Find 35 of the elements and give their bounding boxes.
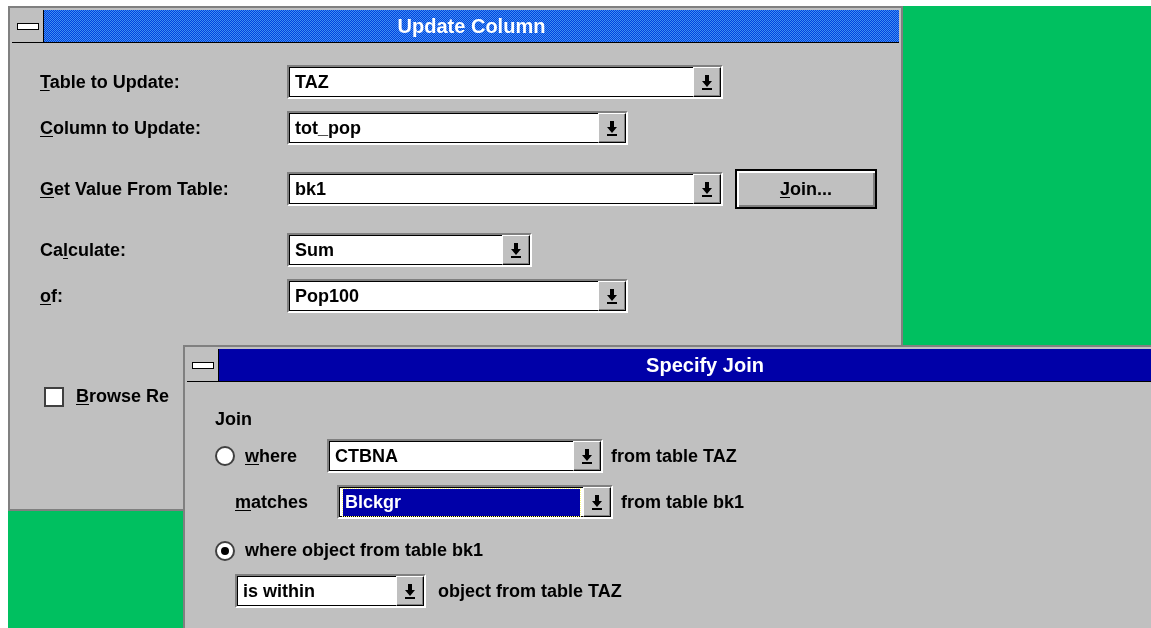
- window-title: Specify Join: [646, 353, 764, 378]
- group-label: Join: [215, 408, 253, 431]
- checkbox[interactable]: [44, 386, 64, 407]
- radio-button[interactable]: [215, 446, 235, 466]
- field-label: of:: [40, 284, 64, 308]
- field-label: Table to Update:: [40, 70, 181, 94]
- dropdown-field[interactable]: TAZ: [287, 65, 723, 99]
- dropdown-arrow-icon: [404, 583, 416, 599]
- dropdown-field[interactable]: CTBNA: [327, 439, 603, 473]
- dropdown-arrow-icon: [581, 448, 593, 464]
- dropdown-arrow-icon: [606, 120, 618, 136]
- radio-label: where: [245, 444, 299, 468]
- dropdown-field[interactable]: Sum: [287, 233, 532, 267]
- dropdown-field[interactable]: Pop100: [287, 279, 628, 313]
- dropdown-field[interactable]: bk1: [287, 172, 723, 206]
- radio-label: where object from table bk1: [245, 539, 484, 562]
- dropdown-field[interactable]: is within: [235, 574, 426, 608]
- dropdown-arrow-icon: [701, 181, 713, 197]
- dropdown-arrow-icon: [606, 288, 618, 304]
- field-label: matches: [235, 490, 310, 514]
- suffix-text: from table bk1: [621, 490, 745, 514]
- dropdown-field[interactable]: tot_pop: [287, 111, 628, 145]
- suffix-text: object from table TAZ: [438, 579, 622, 603]
- field-label: Get Value From Table:: [40, 177, 230, 201]
- join-button[interactable]: Join...: [735, 169, 877, 209]
- suffix-text: from table TAZ: [611, 444, 737, 468]
- field-label: Calculate:: [40, 238, 128, 262]
- dropdown-arrow-icon: [510, 242, 522, 258]
- dropdown-arrow-icon: [591, 494, 603, 510]
- radio-button[interactable]: [215, 540, 235, 561]
- checkbox-label: Browse Re: [76, 385, 170, 408]
- window-title: Update Column: [397, 14, 546, 39]
- dropdown-field[interactable]: Blckgr: [337, 485, 613, 519]
- field-label: Column to Update:: [40, 116, 202, 140]
- dropdown-arrow-icon: [701, 74, 713, 90]
